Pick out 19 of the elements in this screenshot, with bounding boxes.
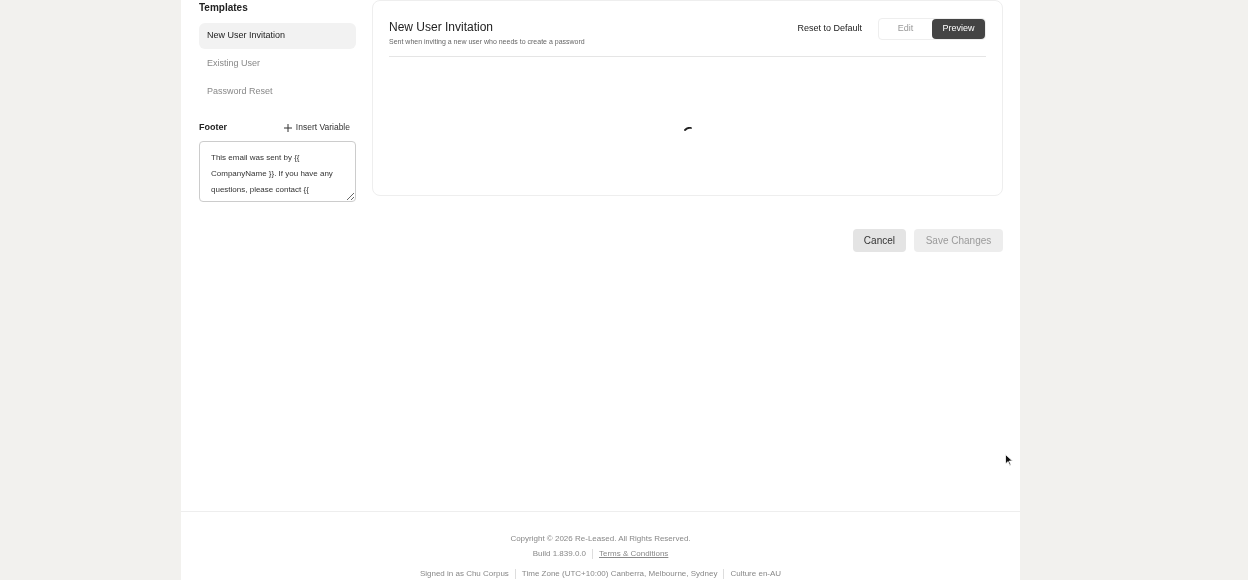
plus-icon [283,123,292,132]
footer-info-text: Time Zone (UTC+10:00) Canberra, Melbourne, Sydney [521,568,718,580]
copyright-text: Copyright © 2026 Re-Leased. All Rights Reserved. [510,533,691,545]
mode-tab[interactable]: Preview [932,19,985,39]
footer-info-text: Culture en-AU [730,568,782,580]
footer-label: Footer [199,121,227,134]
template-item[interactable]: Password Reset [199,79,356,105]
insert-variable-button[interactable]: Insert Variable [283,121,356,135]
build-text: Build 1.839.0.0 [532,548,586,560]
terms-link[interactable]: Terms & Conditions [599,548,669,560]
cancel-button[interactable]: Cancel [852,229,906,252]
panel-title: New User Invitation [389,19,495,35]
template-item[interactable]: New User Invitation [199,23,356,49]
sidebar-title: Templates [199,1,249,15]
footer-info-text: Signed in as Chu Corpus [419,568,509,580]
footer-text-field[interactable]: This email was sent by {{ CompanyName }}. If you have any questions, please contact {{ [199,140,356,202]
template-item[interactable]: Existing User [199,51,356,77]
reset-button[interactable]: Reset to Default [797,22,862,36]
mouse-cursor-icon [1005,454,1013,466]
